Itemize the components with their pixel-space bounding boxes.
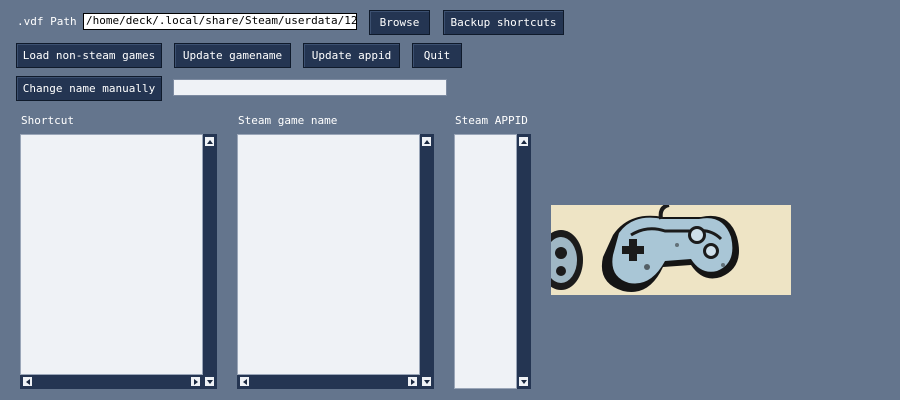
scroll-down-arrow-icon[interactable] (421, 376, 432, 387)
scroll-down-arrow-icon[interactable] (518, 376, 529, 387)
shortcut-list-label: Shortcut (21, 114, 74, 127)
shortcut-listbox[interactable] (20, 134, 203, 375)
quit-button[interactable]: Quit (412, 43, 462, 68)
steam-game-name-list-label: Steam game name (238, 114, 338, 127)
scroll-right-arrow-icon[interactable] (190, 376, 201, 387)
browse-button[interactable]: Browse (369, 10, 430, 35)
steam-appid-listbox[interactable] (454, 134, 517, 389)
steam-appid-vertical-scrollbar[interactable] (517, 134, 531, 389)
shortcut-horizontal-scrollbar[interactable] (20, 375, 203, 389)
gamepad-icon (551, 205, 791, 295)
vdf-path-label: .vdf Path (17, 15, 77, 28)
manual-name-input[interactable] (173, 79, 447, 96)
gamepad-banner-image (551, 205, 791, 295)
scroll-left-arrow-icon[interactable] (239, 376, 250, 387)
steam-appid-list-label: Steam APPID (455, 114, 528, 127)
backup-shortcuts-button[interactable]: Backup shortcuts (443, 10, 564, 35)
scroll-right-arrow-icon[interactable] (407, 376, 418, 387)
update-appid-button[interactable]: Update appid (303, 43, 400, 68)
update-gamename-button[interactable]: Update gamename (174, 43, 291, 68)
steam-game-name-horizontal-scrollbar[interactable] (237, 375, 420, 389)
vdf-path-input[interactable]: /home/deck/.local/share/Steam/userdata/1… (83, 13, 357, 30)
scroll-up-arrow-icon[interactable] (421, 136, 432, 147)
scroll-down-arrow-icon[interactable] (204, 376, 215, 387)
change-name-manually-button[interactable]: Change name manually (16, 76, 162, 101)
shortcut-vertical-scrollbar[interactable] (203, 134, 217, 389)
scroll-up-arrow-icon[interactable] (518, 136, 529, 147)
steam-game-name-listbox[interactable] (237, 134, 420, 375)
scroll-up-arrow-icon[interactable] (204, 136, 215, 147)
load-non-steam-games-button[interactable]: Load non-steam games (16, 43, 162, 68)
steam-game-name-vertical-scrollbar[interactable] (420, 134, 434, 389)
scroll-left-arrow-icon[interactable] (22, 376, 33, 387)
